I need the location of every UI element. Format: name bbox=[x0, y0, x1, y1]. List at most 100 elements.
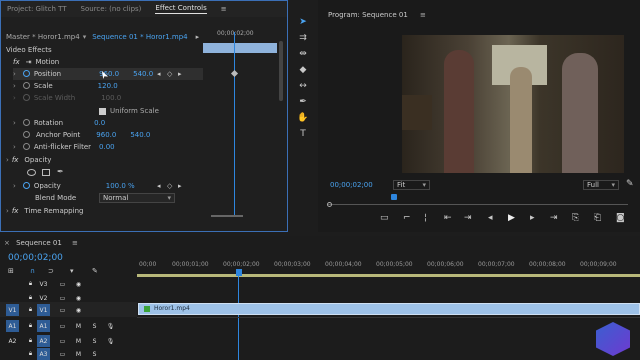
mic-icon[interactable]: 🎙︎ bbox=[104, 320, 117, 332]
opacity-header[interactable]: › fx Opacity bbox=[6, 154, 51, 166]
anchor-x-value[interactable]: 960.0 bbox=[96, 131, 116, 139]
stopwatch-icon[interactable] bbox=[23, 143, 30, 150]
anchor-y-value[interactable]: 540.0 bbox=[130, 131, 150, 139]
scale-value[interactable]: 120.0 bbox=[98, 82, 118, 90]
track-target-a3[interactable]: A3 bbox=[37, 348, 50, 360]
close-icon[interactable]: × bbox=[4, 239, 10, 247]
uniform-scale-checkbox[interactable] bbox=[99, 107, 106, 115]
add-marker-icon[interactable]: ▾ bbox=[70, 267, 74, 275]
camera-icon[interactable]: ◙ bbox=[616, 213, 625, 223]
panel-menu-icon[interactable]: ≡ bbox=[221, 5, 227, 13]
stopwatch-icon[interactable] bbox=[23, 82, 30, 89]
sync-lock-icon[interactable]: ▭ bbox=[56, 278, 69, 290]
lift-icon[interactable]: ⎘ bbox=[572, 213, 579, 223]
solo-button[interactable]: S bbox=[88, 335, 101, 347]
slip-tool-icon[interactable]: ↔ bbox=[297, 80, 309, 92]
next-keyframe-icon[interactable]: ▸ bbox=[178, 182, 182, 190]
track-target-a1[interactable]: A1 bbox=[37, 320, 50, 332]
prev-keyframe-icon[interactable]: ◂ bbox=[157, 182, 161, 190]
mark-out-icon[interactable]: ¦ bbox=[424, 213, 427, 223]
mic-icon[interactable]: 🎙︎ bbox=[104, 335, 117, 347]
lock-icon[interactable]: 🔒︎ bbox=[24, 335, 37, 347]
insert-marker-icon[interactable]: ▭ bbox=[380, 213, 389, 223]
type-tool-icon[interactable]: T bbox=[297, 128, 309, 140]
timeline-timecode[interactable]: 00;00;02;00 bbox=[8, 253, 63, 263]
program-video-frame[interactable] bbox=[402, 35, 624, 173]
sequence-clip-label[interactable]: Sequence 01 * Horor1.mp4 bbox=[92, 33, 187, 41]
position-y-value[interactable]: 540.0 bbox=[133, 70, 153, 78]
step-forward-icon[interactable]: ▸ bbox=[530, 213, 535, 223]
motion-row[interactable]: fx ⇥ Motion bbox=[13, 56, 59, 68]
go-to-out-icon[interactable]: ⇥ bbox=[464, 213, 472, 223]
source-patch-a2[interactable]: A2 bbox=[6, 335, 19, 347]
expand-arrow-icon[interactable]: › bbox=[13, 70, 16, 78]
antiflicker-row[interactable]: › Anti-flicker Filter 0.00 bbox=[13, 141, 115, 153]
wrench-icon[interactable]: ✎ bbox=[92, 267, 98, 275]
sync-lock-icon[interactable]: ▭ bbox=[56, 335, 69, 347]
next-keyframe-icon[interactable]: ▸ bbox=[178, 70, 182, 78]
mute-button[interactable]: M bbox=[72, 348, 85, 360]
program-scrub-bar[interactable] bbox=[328, 195, 628, 205]
time-remapping-row[interactable]: › fx Time Remapping bbox=[6, 205, 83, 217]
lock-icon[interactable]: 🔒︎ bbox=[24, 348, 37, 360]
work-area-bar[interactable] bbox=[137, 274, 640, 277]
lock-icon[interactable]: 🔒︎ bbox=[24, 304, 37, 316]
ellipse-mask-icon[interactable] bbox=[27, 169, 36, 176]
program-title[interactable]: Program: Sequence 01 ≡ bbox=[328, 11, 426, 19]
add-keyframe-icon[interactable]: ◇ bbox=[167, 70, 172, 78]
ripple-edit-tool-icon[interactable]: ⇹ bbox=[297, 48, 309, 60]
program-playhead[interactable] bbox=[391, 194, 397, 200]
track-select-tool-icon[interactable]: ⇉ bbox=[297, 32, 309, 44]
mark-in-icon[interactable]: ⌐ bbox=[403, 213, 411, 223]
fx-icon[interactable]: fx bbox=[12, 156, 19, 164]
uniform-scale-row[interactable]: Uniform Scale bbox=[99, 105, 159, 117]
hand-tool-icon[interactable]: ✋ bbox=[297, 112, 309, 124]
tab-project[interactable]: Project: Glitch TT bbox=[7, 5, 67, 13]
master-clip-dropdown[interactable]: Master * Horor1.mp4 bbox=[6, 33, 80, 41]
timeline-playhead-head[interactable] bbox=[236, 269, 242, 276]
pen-mask-icon[interactable]: ✒ bbox=[57, 167, 64, 176]
program-timecode[interactable]: 00;00;02;00 bbox=[330, 181, 373, 189]
linked-selection-icon[interactable]: ⊃ bbox=[48, 267, 54, 275]
blend-mode-select[interactable]: Normal ▾ bbox=[99, 193, 175, 203]
go-to-in-icon[interactable]: ⇤ bbox=[444, 213, 452, 223]
lock-icon[interactable]: 🔒︎ bbox=[24, 320, 37, 332]
timeline-tab[interactable]: × Sequence 01 ≡ bbox=[4, 239, 78, 247]
track-target-v3[interactable]: V3 bbox=[37, 278, 50, 290]
antiflicker-value[interactable]: 0.00 bbox=[99, 143, 115, 151]
go-to-end-icon[interactable]: ⇥ bbox=[550, 213, 558, 223]
mini-clip-bar[interactable] bbox=[203, 43, 277, 53]
mute-button[interactable]: M bbox=[72, 335, 85, 347]
mini-ruler[interactable]: 00;00;02;00 bbox=[203, 30, 278, 42]
fx-icon[interactable]: fx bbox=[13, 58, 20, 66]
stopwatch-icon[interactable] bbox=[23, 131, 30, 138]
rotation-value[interactable]: 0.0 bbox=[94, 119, 105, 127]
play-only-icon[interactable]: ▸ bbox=[196, 33, 200, 41]
fx-icon[interactable]: fx bbox=[12, 207, 19, 215]
opacity-row[interactable]: › Opacity 100.0 % bbox=[13, 180, 135, 192]
stopwatch-icon[interactable] bbox=[23, 119, 30, 126]
scrub-start-handle[interactable] bbox=[327, 202, 332, 207]
position-row[interactable]: › Position 960.0 540.0 bbox=[13, 68, 203, 80]
lock-icon[interactable]: 🔒︎ bbox=[24, 278, 37, 290]
mini-keyframe-icon[interactable] bbox=[230, 69, 239, 78]
fit-dropdown[interactable]: Fit ▾ bbox=[393, 180, 430, 190]
sync-lock-icon[interactable]: ▭ bbox=[56, 304, 69, 316]
stopwatch-icon[interactable] bbox=[23, 70, 30, 77]
rotation-row[interactable]: › Rotation 0.0 bbox=[13, 117, 105, 129]
tab-source[interactable]: Source: (no clips) bbox=[81, 5, 142, 13]
video-clip[interactable]: Horor1.mp4 bbox=[138, 303, 640, 315]
quality-dropdown[interactable]: Full ▾ bbox=[583, 180, 619, 190]
solo-button[interactable]: S bbox=[88, 320, 101, 332]
mini-playhead[interactable] bbox=[234, 32, 235, 217]
track-target-a2[interactable]: A2 bbox=[37, 335, 50, 347]
panel-scrollbar[interactable] bbox=[279, 41, 283, 101]
nest-icon[interactable]: ⊞ bbox=[8, 267, 14, 275]
eye-icon[interactable]: ◉ bbox=[72, 304, 85, 316]
scale-row[interactable]: › Scale 120.0 bbox=[13, 80, 118, 92]
track-target-v1[interactable]: V1 bbox=[37, 304, 50, 316]
rectangle-mask-icon[interactable] bbox=[42, 169, 50, 176]
mini-zoom-bar[interactable] bbox=[211, 215, 243, 217]
razor-tool-icon[interactable]: ◆ bbox=[297, 64, 309, 76]
play-icon[interactable]: ▶ bbox=[508, 213, 515, 223]
